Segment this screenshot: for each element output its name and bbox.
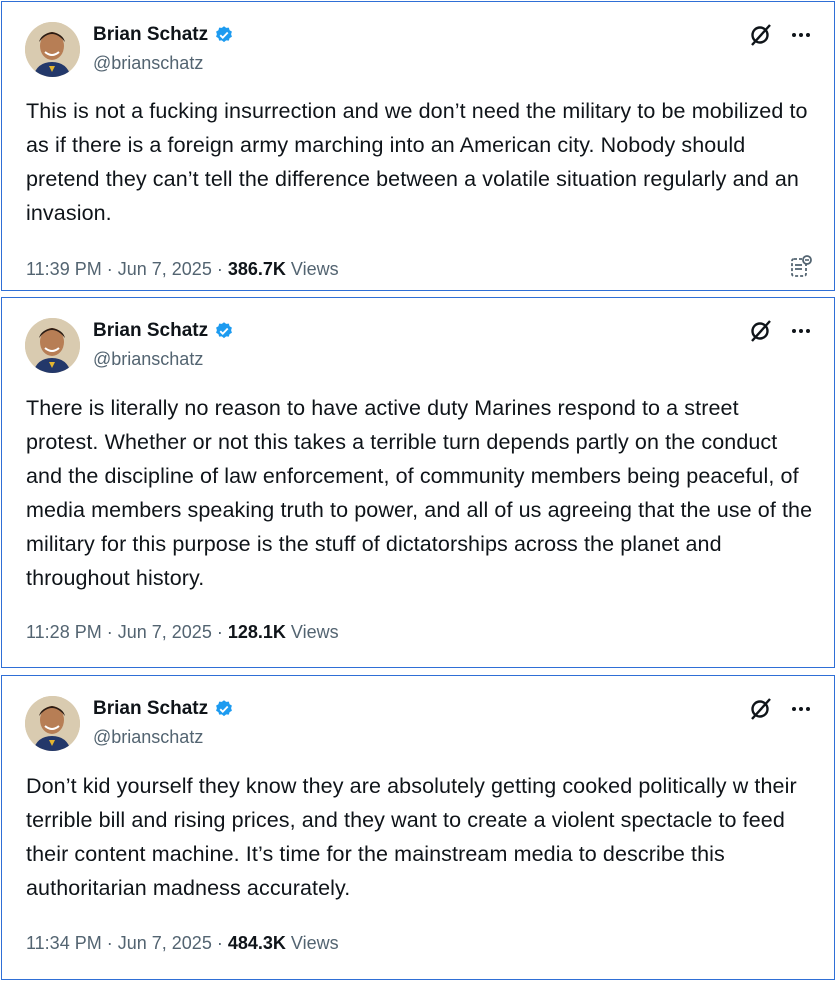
author-name-text[interactable]: Brian Schatz: [93, 698, 208, 720]
views-count: 484.3K: [227, 933, 286, 953]
tweet-date[interactable]: Jun 7, 2025: [118, 933, 212, 953]
meta-separator: ·: [106, 259, 113, 279]
author-handle[interactable]: @brianschatz: [93, 53, 203, 74]
tweet-time[interactable]: 11:28 PM: [26, 622, 102, 642]
more-icon[interactable]: [788, 318, 814, 344]
views-count: 128.1K: [227, 622, 286, 642]
verified-badge-icon: [216, 700, 233, 717]
notes-icon[interactable]: [788, 254, 814, 280]
verified-badge-icon: [216, 26, 233, 43]
views-label: Views: [290, 259, 339, 279]
avatar[interactable]: [25, 696, 80, 751]
tweet-date[interactable]: Jun 7, 2025: [118, 622, 212, 642]
verified-badge-icon: [216, 322, 233, 339]
tweet-time[interactable]: 11:39 PM: [26, 259, 102, 279]
author-handle[interactable]: @brianschatz: [93, 349, 203, 370]
avatar[interactable]: [25, 318, 80, 373]
tweet-meta: 11:34 PM · Jun 7, 2025 · 484.3K Views: [26, 933, 339, 954]
tweet-meta: 11:28 PM · Jun 7, 2025 · 128.1K Views: [26, 622, 339, 643]
tweet-card-2[interactable]: Brian Schatz @brianschatz There is liter…: [1, 297, 835, 668]
author-name-text[interactable]: Brian Schatz: [93, 24, 208, 46]
author-name[interactable]: Brian Schatz: [93, 698, 234, 720]
author-name[interactable]: Brian Schatz: [93, 320, 234, 342]
meta-separator: ·: [106, 933, 113, 953]
more-icon[interactable]: [788, 696, 814, 722]
meta-separator: ·: [216, 622, 223, 642]
author-name-text[interactable]: Brian Schatz: [93, 320, 208, 342]
tweet-date[interactable]: Jun 7, 2025: [118, 259, 212, 279]
tweet-meta: 11:39 PM · Jun 7, 2025 · 386.7K Views: [26, 259, 339, 280]
author-name[interactable]: Brian Schatz: [93, 24, 234, 46]
views-label: Views: [290, 933, 339, 953]
tweet-time[interactable]: 11:34 PM: [26, 933, 102, 953]
more-icon[interactable]: [788, 22, 814, 48]
tweet-text: This is not a fucking insurrection and w…: [26, 99, 808, 225]
avatar[interactable]: [25, 22, 80, 77]
meta-separator: ·: [216, 259, 223, 279]
tweet-text: Don’t kid yourself they know they are ab…: [26, 774, 797, 900]
tweet-text: There is literally no reason to have act…: [26, 396, 813, 590]
meta-separator: ·: [216, 933, 223, 953]
tweet-card-1[interactable]: Brian Schatz @brianschatz This is not a …: [1, 1, 835, 291]
views-label: Views: [290, 622, 339, 642]
views-count: 386.7K: [227, 259, 286, 279]
author-handle[interactable]: @brianschatz: [93, 727, 203, 748]
tweet-card-3[interactable]: Brian Schatz @brianschatz Don’t kid your…: [1, 675, 835, 980]
grok-icon[interactable]: [748, 318, 774, 344]
grok-icon[interactable]: [748, 696, 774, 722]
meta-separator: ·: [106, 622, 113, 642]
grok-icon[interactable]: [748, 22, 774, 48]
